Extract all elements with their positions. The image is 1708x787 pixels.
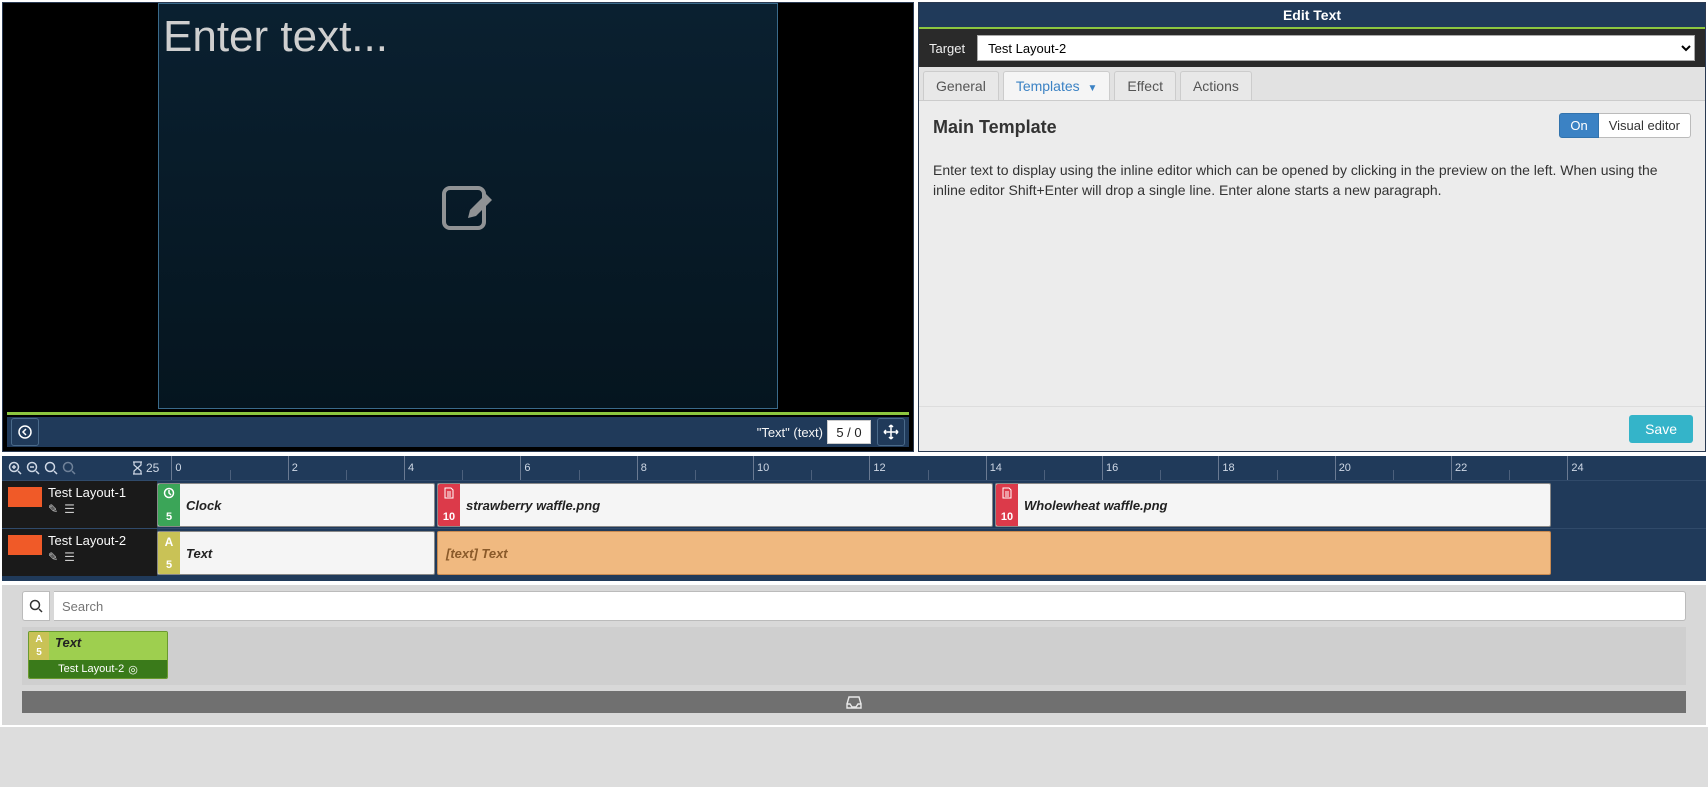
- tab-body: Main Template On Visual editor Enter tex…: [919, 101, 1705, 406]
- track-color-chip: [8, 487, 42, 507]
- tick-label: 20: [1339, 462, 1351, 474]
- ruler-counter-value: 25: [146, 461, 159, 475]
- tab-templates-label: Templates: [1016, 78, 1080, 94]
- hourglass-icon: [132, 461, 143, 475]
- preview-canvas[interactable]: Enter text...: [158, 3, 778, 409]
- section-title: Main Template: [933, 117, 1057, 138]
- tick-label: 2: [292, 462, 298, 474]
- footer-bar[interactable]: [22, 691, 1686, 713]
- tick-label: 14: [990, 462, 1002, 474]
- tick-label: 16: [1106, 462, 1118, 474]
- toggle-visual-button[interactable]: Visual editor: [1599, 113, 1691, 138]
- timeline-clip[interactable]: 10 strawberry waffle.png: [437, 483, 993, 527]
- card-footer: Test Layout-2 ◎: [29, 660, 167, 678]
- clip-duration: 10: [443, 511, 455, 523]
- timeline-track-2: Test Layout-2 ✎ ☰ A5Text[text] Text: [2, 528, 1706, 576]
- search-icon: [22, 591, 50, 621]
- target-label: Target: [929, 41, 965, 56]
- library-card-text[interactable]: A 5 Text Test Layout-2 ◎: [28, 631, 168, 679]
- ruler-ticks[interactable]: 024681012141618202224: [171, 456, 1706, 480]
- timeline-clip[interactable]: 5 Clock: [157, 483, 435, 527]
- timeline-ruler: 25 024681012141618202224: [2, 456, 1706, 480]
- tick-label: 4: [408, 462, 414, 474]
- preview-duration-counter[interactable]: 5 / 0: [827, 420, 871, 444]
- clip-accent: 10: [438, 484, 460, 526]
- tabs-row: General Templates ▼ Effect Actions: [919, 67, 1705, 101]
- tick-label: 12: [873, 462, 885, 474]
- track-name: Test Layout-1: [48, 485, 126, 500]
- zoom-fit-icon[interactable]: [44, 461, 58, 475]
- card-label: Text: [49, 632, 167, 660]
- chevron-down-icon: ▼: [1088, 83, 1098, 94]
- zoom-in-icon[interactable]: [8, 461, 22, 475]
- clip-accent: 10: [996, 484, 1018, 526]
- tick-label: 6: [524, 462, 530, 474]
- edit-track-icon[interactable]: ✎: [48, 502, 58, 516]
- timeline-overflow-clip[interactable]: [text] Text: [437, 531, 1551, 575]
- clip-accent: A5: [158, 532, 180, 574]
- library-strip: A 5 Text Test Layout-2 ◎: [22, 627, 1686, 685]
- zoom-out-icon[interactable]: [26, 461, 40, 475]
- zoom-disabled-icon: [62, 461, 76, 475]
- timeline-track-1: Test Layout-1 ✎ ☰ 5 Clock 10 strawberry waf…: [2, 480, 1706, 528]
- inbox-icon: [846, 695, 862, 709]
- tab-actions[interactable]: Actions: [1180, 71, 1252, 100]
- clip-label: Text: [180, 532, 434, 574]
- preview-divider: [7, 412, 909, 415]
- clip-duration: 5: [166, 559, 172, 571]
- tick-label: 0: [175, 462, 181, 474]
- preview-pane: Enter text... "Text" (text) 5 / 0: [2, 2, 914, 452]
- card-footer-text: Test Layout-2: [58, 663, 124, 675]
- target-icon: ◎: [128, 663, 138, 676]
- move-button[interactable]: [877, 418, 905, 446]
- help-text: Enter text to display using the inline e…: [933, 160, 1691, 201]
- track-header-2[interactable]: Test Layout-2 ✎ ☰: [2, 529, 157, 576]
- library: A 5 Text Test Layout-2 ◎: [2, 585, 1706, 725]
- tab-general[interactable]: General: [923, 71, 999, 100]
- track-clips-1[interactable]: 5 Clock 10 strawberry waffle.png 10 Wholewhea…: [157, 481, 1706, 528]
- clip-duration: 5: [166, 511, 172, 523]
- timeline-clip[interactable]: 10 Wholewheat waffle.png: [995, 483, 1551, 527]
- tab-templates[interactable]: Templates ▼: [1003, 71, 1111, 100]
- edit-track-icon[interactable]: ✎: [48, 550, 58, 564]
- tab-effect[interactable]: Effect: [1114, 71, 1176, 100]
- save-row: Save: [919, 406, 1705, 451]
- ruler-tools: [8, 461, 76, 475]
- clip-label: Clock: [180, 484, 434, 526]
- toggle-on-button[interactable]: On: [1559, 113, 1598, 138]
- tick-label: 22: [1455, 462, 1467, 474]
- track-header-1[interactable]: Test Layout-1 ✎ ☰: [2, 481, 157, 528]
- editor-mode-toggle: On Visual editor: [1559, 113, 1691, 138]
- track-color-chip: [8, 535, 42, 555]
- tick-label: 8: [641, 462, 647, 474]
- target-select[interactable]: Test Layout-2: [977, 35, 1695, 61]
- track-clips-2[interactable]: A5Text[text] Text: [157, 529, 1706, 576]
- back-button[interactable]: [11, 418, 39, 446]
- tick-label: 24: [1571, 462, 1583, 474]
- edit-icon: [440, 180, 496, 232]
- list-track-icon[interactable]: ☰: [64, 502, 75, 516]
- clip-accent: 5: [158, 484, 180, 526]
- save-button[interactable]: Save: [1629, 415, 1693, 443]
- tick-label: 18: [1222, 462, 1234, 474]
- preview-selection-info: "Text" (text): [757, 425, 823, 440]
- card-accent: A 5: [29, 632, 49, 660]
- card-duration: 5: [36, 647, 42, 658]
- panel-title: Edit Text: [919, 3, 1705, 29]
- target-row: Target Test Layout-2: [919, 29, 1705, 67]
- clip-label: Wholewheat waffle.png: [1018, 484, 1550, 526]
- ruler-duration: 25: [132, 461, 159, 475]
- timeline-clip[interactable]: A5Text: [157, 531, 435, 575]
- preview-footer: "Text" (text) 5 / 0: [7, 417, 909, 447]
- timeline: 25 024681012141618202224 Test Layout-1 ✎…: [2, 456, 1706, 581]
- tick-label: 10: [757, 462, 769, 474]
- list-track-icon[interactable]: ☰: [64, 550, 75, 564]
- clip-label: strawberry waffle.png: [460, 484, 992, 526]
- track-name: Test Layout-2: [48, 533, 126, 548]
- edit-panel: Edit Text Target Test Layout-2 General T…: [918, 2, 1706, 452]
- clip-duration: 10: [1001, 511, 1013, 523]
- search-row: [22, 591, 1686, 621]
- search-input[interactable]: [54, 591, 1686, 621]
- preview-placeholder-text: Enter text...: [163, 12, 388, 62]
